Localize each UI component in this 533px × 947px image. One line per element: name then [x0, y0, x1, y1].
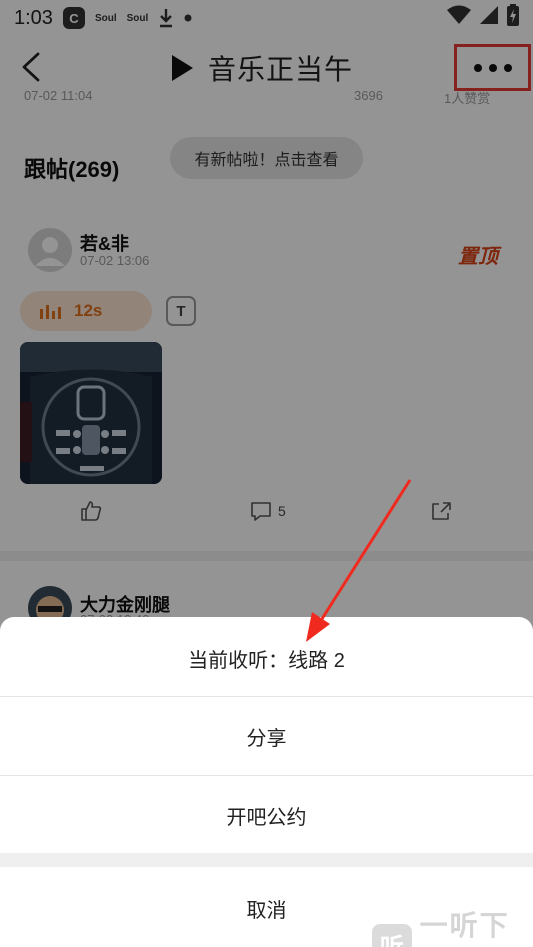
current-line-option[interactable]: 当前收听：线路 2: [0, 619, 533, 697]
convention-option[interactable]: 开吧公约: [0, 776, 533, 854]
watermark: 听 一听下载: [372, 904, 533, 947]
sheet-gap: [0, 853, 533, 867]
app-screen: 1:03 C Soul Soul 音乐正当午 07-02 11:04 3696 …: [0, 0, 533, 947]
share-option[interactable]: 分享: [0, 697, 533, 775]
action-sheet: 当前收听：线路 2 分享 开吧公约 取消: [0, 617, 533, 947]
watermark-text: 一听下载: [419, 910, 510, 941]
watermark-logo-icon: 听: [372, 924, 412, 947]
